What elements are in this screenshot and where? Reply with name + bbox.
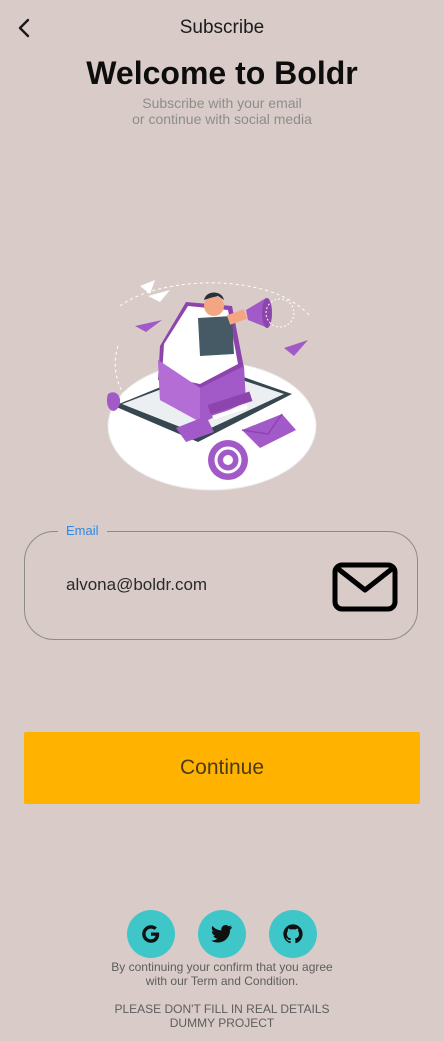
terms-line-2: with our Term and Condition. [145, 974, 299, 988]
google-icon [142, 925, 160, 943]
disclaimer-text: PLEASE DON'T FILL IN REAL DETAILS DUMMY … [0, 1002, 444, 1030]
app-bar-title: Subscribe [179, 17, 265, 38]
continue-button[interactable]: Continue [24, 732, 420, 804]
email-field-label: Email [58, 523, 107, 538]
subtitle-line-2: or continue with social media [132, 111, 312, 127]
twitter-login-button[interactable] [198, 910, 246, 958]
app-bar: Subscribe [0, 0, 444, 56]
subtitle-line-1: Subscribe with your email [142, 95, 302, 111]
page-title: Welcome to Boldr [86, 55, 358, 91]
twitter-icon [211, 925, 233, 943]
github-login-button[interactable] [269, 910, 317, 958]
terms-line-1: By continuing your confirm that you agre… [111, 960, 333, 974]
github-icon [283, 924, 303, 944]
google-login-button[interactable] [127, 910, 175, 958]
page-subtitle: Subscribe with your email or continue wi… [0, 95, 444, 127]
disclaimer-line-2: DUMMY PROJECT [169, 1016, 275, 1030]
terms-text: By continuing your confirm that you agre… [0, 960, 444, 988]
email-input[interactable]: alvona@boldr.com [66, 575, 207, 595]
disclaimer-line-1: PLEASE DON'T FILL IN REAL DETAILS [114, 1002, 330, 1016]
subscribe-illustration [106, 280, 317, 491]
mail-icon [332, 562, 398, 612]
